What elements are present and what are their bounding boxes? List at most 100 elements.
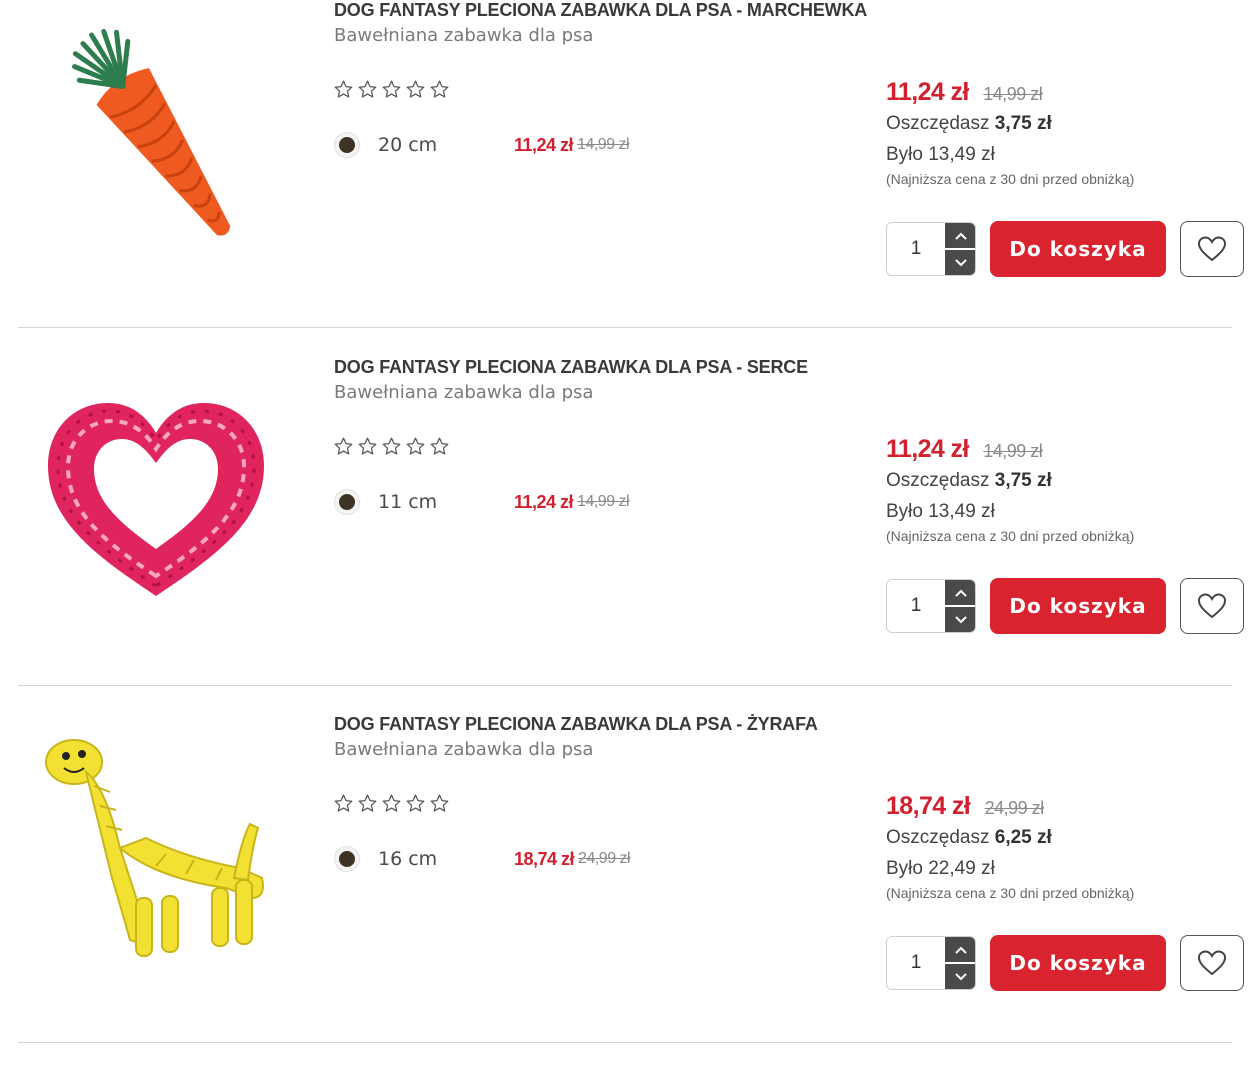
product-card: DOG FANTASY PLECIONA ZABAWKA DLA PSA - S…	[0, 357, 1250, 714]
product-image-giraffe[interactable]	[36, 728, 276, 968]
star-empty-icon	[334, 794, 353, 812]
variant-size: 11 cm	[378, 491, 438, 513]
variant-radio[interactable]	[334, 132, 360, 158]
radio-selected-dot	[339, 851, 355, 867]
quantity-increase-button[interactable]	[945, 580, 975, 605]
variant-price: 11,24 zł	[514, 491, 574, 512]
old-price: 14,99 zł	[983, 84, 1043, 104]
savings-value: 6,25 zł	[994, 827, 1052, 848]
lowest-price-note: (Najniższa cena z 30 dni przed obniżką)	[886, 171, 1135, 187]
quantity-increase-button[interactable]	[945, 937, 975, 962]
variant-size: 20 cm	[378, 134, 438, 156]
star-empty-icon	[334, 437, 353, 455]
variant-old-price: 24,99 zł	[578, 850, 631, 867]
variant-price: 18,74 zł	[514, 848, 575, 869]
product-image-heart[interactable]	[36, 371, 276, 611]
rating-stars[interactable]	[333, 436, 450, 457]
variant-option[interactable]: 20 cm 11,24 zł 14,99 zł	[334, 132, 630, 158]
quantity-decrease-button[interactable]	[945, 607, 975, 632]
star-empty-icon	[382, 794, 401, 812]
quantity-stepper[interactable]: 1	[886, 936, 976, 990]
savings-label: Oszczędasz	[886, 113, 990, 134]
product-divider	[18, 327, 1232, 328]
heart-outline-icon	[1197, 950, 1227, 976]
old-price: 24,99 zł	[984, 798, 1045, 818]
heart-outline-icon	[1197, 593, 1227, 619]
star-empty-icon	[358, 437, 377, 455]
chevron-down-icon	[954, 258, 967, 266]
quantity-increase-button[interactable]	[945, 223, 975, 248]
rating-stars[interactable]	[333, 79, 450, 100]
variant-radio[interactable]	[334, 489, 360, 515]
savings-text: Oszczędasz 3,75 zł	[886, 470, 1134, 492]
current-price: 18,74 zł	[886, 792, 971, 820]
star-empty-icon	[406, 794, 425, 812]
quantity-stepper[interactable]: 1	[886, 579, 976, 633]
radio-selected-dot	[339, 137, 355, 153]
chevron-up-icon	[954, 589, 967, 597]
radio-selected-dot	[339, 494, 355, 510]
star-empty-icon	[382, 437, 401, 455]
quantity-decrease-button[interactable]	[945, 250, 975, 275]
was-price: Było 13,49 zł	[886, 501, 995, 522]
savings-label: Oszczędasz	[886, 827, 990, 848]
star-empty-icon	[358, 794, 377, 812]
price-block: 11,24 zł 14,99 zł Oszczędasz 3,75 zł Był…	[886, 78, 1134, 187]
quantity-decrease-button[interactable]	[945, 964, 975, 989]
wishlist-button[interactable]	[1180, 221, 1244, 277]
variant-price: 11,24 zł	[514, 134, 574, 155]
lowest-price-note: (Najniższa cena z 30 dni przed obniżką)	[886, 885, 1135, 901]
carrot-toy-icon	[72, 28, 231, 236]
product-title[interactable]: DOG FANTASY PLECIONA ZABAWKA DLA PSA - M…	[334, 0, 867, 21]
product-image-carrot[interactable]	[36, 14, 276, 254]
product-subtitle: Bawełniana zabawka dla psa	[334, 25, 594, 46]
variant-size: 16 cm	[378, 848, 438, 870]
quantity-value[interactable]: 1	[887, 580, 945, 632]
product-subtitle: Bawełniana zabawka dla psa	[334, 382, 594, 403]
quantity-value[interactable]: 1	[887, 223, 945, 275]
star-empty-icon	[430, 80, 449, 98]
price-block: 11,24 zł 14,99 zł Oszczędasz 3,75 zł Był…	[886, 435, 1134, 544]
variant-old-price: 14,99 zł	[577, 136, 630, 153]
product-card: DOG FANTASY PLECIONA ZABAWKA DLA PSA - M…	[0, 0, 1250, 357]
savings-text: Oszczędasz 6,25 zł	[886, 827, 1134, 849]
product-title[interactable]: DOG FANTASY PLECIONA ZABAWKA DLA PSA - Ż…	[334, 714, 818, 735]
price-block: 18,74 zł 24,99 zł Oszczędasz 6,25 zł Był…	[886, 792, 1134, 901]
star-empty-icon	[430, 794, 449, 812]
wishlist-button[interactable]	[1180, 935, 1244, 991]
was-price: Było 22,49 zł	[886, 858, 995, 879]
savings-label: Oszczędasz	[886, 470, 990, 491]
variant-option[interactable]: 16 cm 18,74 zł 24,99 zł	[334, 846, 631, 872]
add-to-cart-button[interactable]: Do koszyka	[990, 221, 1166, 277]
current-price: 11,24 zł	[886, 435, 969, 463]
wishlist-button[interactable]	[1180, 578, 1244, 634]
was-price: Było 13,49 zł	[886, 144, 995, 165]
star-empty-icon	[358, 80, 377, 98]
giraffe-toy-icon	[45, 739, 264, 957]
product-title[interactable]: DOG FANTASY PLECIONA ZABAWKA DLA PSA - S…	[334, 357, 808, 378]
add-to-cart-button[interactable]: Do koszyka	[990, 578, 1166, 634]
star-empty-icon	[382, 80, 401, 98]
star-empty-icon	[334, 80, 353, 98]
variant-option[interactable]: 11 cm 11,24 zł 14,99 zł	[334, 489, 630, 515]
variant-old-price: 14,99 zł	[577, 493, 630, 510]
quantity-value[interactable]: 1	[887, 937, 945, 989]
variant-radio[interactable]	[334, 846, 360, 872]
product-subtitle: Bawełniana zabawka dla psa	[334, 739, 594, 760]
current-price: 11,24 zł	[886, 78, 969, 106]
quantity-stepper[interactable]: 1	[886, 222, 976, 276]
product-divider	[18, 1042, 1232, 1043]
chevron-up-icon	[954, 946, 967, 954]
chevron-up-icon	[954, 232, 967, 240]
lowest-price-note: (Najniższa cena z 30 dni przed obniżką)	[886, 528, 1135, 544]
add-to-cart-button[interactable]: Do koszyka	[990, 935, 1166, 991]
savings-value: 3,75 zł	[994, 113, 1052, 134]
product-divider	[18, 685, 1232, 686]
chevron-down-icon	[954, 972, 967, 980]
old-price: 14,99 zł	[983, 441, 1043, 461]
chevron-down-icon	[954, 615, 967, 623]
star-empty-icon	[406, 80, 425, 98]
heart-outline-icon	[1197, 236, 1227, 262]
rating-stars[interactable]	[333, 793, 450, 814]
star-empty-icon	[406, 437, 425, 455]
